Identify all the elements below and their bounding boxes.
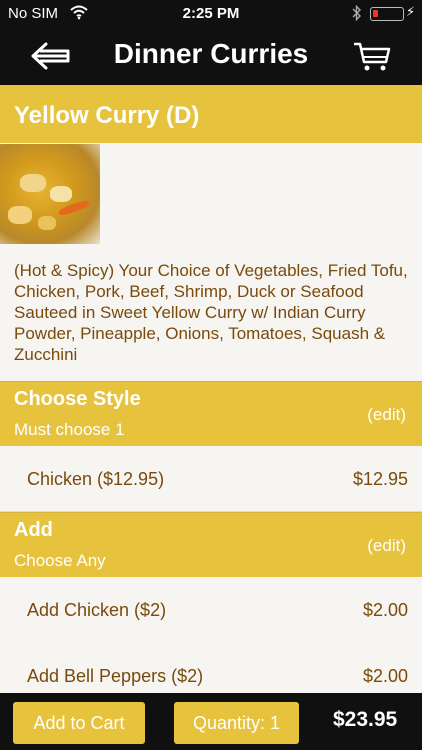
option-label: Chicken ($12.95) xyxy=(27,469,165,489)
option-price: $2.00 xyxy=(362,600,408,620)
order-total: $23.95 xyxy=(333,708,398,731)
option-row[interactable]: Add Chicken ($2) $2.00 xyxy=(0,577,422,643)
option-row[interactable]: Chicken ($12.95) $12.95 xyxy=(0,446,422,512)
section-header-add[interactable]: Add Choose Any (edit) xyxy=(0,512,422,577)
bottom-action-bar: Add to Cart Quantity: 1 $23.95 xyxy=(0,693,422,750)
quantity-button[interactable]: Quantity: 1 xyxy=(174,702,299,744)
item-description: (Hot & Spicy) Your Choice of Vegetables,… xyxy=(14,261,408,364)
bluetooth-icon xyxy=(352,4,362,26)
item-title: Yellow Curry (D) xyxy=(0,85,422,143)
section-title: Choose Style xyxy=(14,388,141,410)
option-price: $2.00 xyxy=(362,666,408,686)
curry-chicken-piece xyxy=(20,174,46,192)
option-label: Add Chicken ($2) xyxy=(27,600,167,620)
yellow-curry-photo xyxy=(0,144,100,244)
section-subtitle: Choose Any xyxy=(14,551,106,570)
curry-potato-piece xyxy=(38,216,56,230)
shopping-cart-icon[interactable] xyxy=(352,40,392,74)
item-detail-scroll[interactable]: Yellow Curry (D) (Hot & Spicy) Your Choi… xyxy=(0,85,422,693)
edit-link[interactable]: (edit) xyxy=(367,405,406,425)
option-row[interactable]: Add Bell Peppers ($2) $2.00 xyxy=(0,643,422,693)
section-subtitle: Must choose 1 xyxy=(14,420,125,439)
status-bar: No SIM 2:25 PM ⚡ xyxy=(0,0,422,28)
charging-bolt-icon: ⚡ xyxy=(406,4,416,19)
battery-level xyxy=(373,10,378,17)
curry-potato-piece xyxy=(8,206,32,224)
section-header-choose-style[interactable]: Choose Style Must choose 1 (edit) xyxy=(0,381,422,446)
add-to-cart-button[interactable]: Add to Cart xyxy=(13,702,145,744)
section-title: Add xyxy=(14,519,53,541)
navigation-bar: Dinner Curries xyxy=(0,28,422,85)
curry-chicken-piece xyxy=(50,186,72,202)
edit-link[interactable]: (edit) xyxy=(367,536,406,556)
battery-icon xyxy=(370,7,404,21)
option-label: Add Bell Peppers ($2) xyxy=(27,666,204,686)
option-price: $12.95 xyxy=(352,469,408,489)
